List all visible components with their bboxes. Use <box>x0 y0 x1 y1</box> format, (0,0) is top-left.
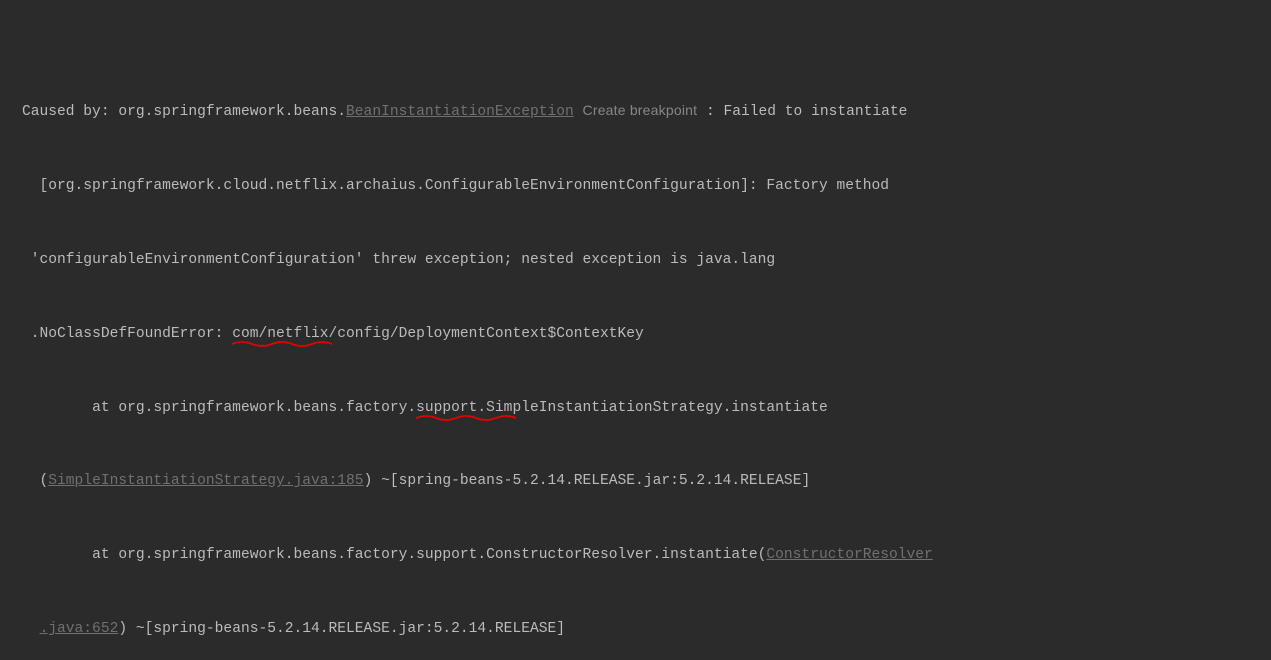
trace-line: at org.springframework.beans.factory.sup… <box>0 396 1271 421</box>
text: support.Simple <box>416 400 539 416</box>
text: ) ~[spring-beans-5.2.14.RELEASE.jar:5.2.… <box>118 621 565 637</box>
console-output: Caused by: org.springframework.beans.Bea… <box>0 0 1271 660</box>
text: com/netflix/config/DeploymentContext$Con… <box>232 326 644 342</box>
text <box>22 621 40 637</box>
text: 'configurableEnvironmentConfiguration' t… <box>22 252 775 268</box>
text: ( <box>22 473 48 489</box>
source-link[interactable]: SimpleInstantiationStrategy.java:185 <box>48 473 363 489</box>
trace-line: .NoClassDefFoundError: com/netflix/confi… <box>0 322 1271 347</box>
text: at org.springframework.beans.factory. <box>22 400 416 416</box>
text: ) ~[spring-beans-5.2.14.RELEASE.jar:5.2.… <box>364 473 811 489</box>
exception-link[interactable]: BeanInstantiationException <box>346 104 574 120</box>
trace-line: at org.springframework.beans.factory.sup… <box>0 543 1271 568</box>
trace-line: .java:652) ~[spring-beans-5.2.14.RELEASE… <box>0 617 1271 642</box>
underlined-segment: support.Simple <box>416 396 539 421</box>
source-link[interactable]: .java:652 <box>40 621 119 637</box>
trace-line: Caused by: org.springframework.beans.Bea… <box>0 99 1271 125</box>
text: : Failed to instantiate <box>697 104 907 120</box>
create-breakpoint-link[interactable]: Create breakpoint <box>583 102 698 118</box>
trace-line: [org.springframework.cloud.netflix.archa… <box>0 174 1271 199</box>
trace-line: (SimpleInstantiationStrategy.java:185) ~… <box>0 469 1271 494</box>
underlined-class: com/netflix/config/DeploymentContext$Con… <box>232 322 644 347</box>
text: Caused by: org.springframework.beans. <box>22 104 346 120</box>
text: .NoClassDefFoundError: <box>22 326 232 342</box>
source-link[interactable]: ConstructorResolver <box>766 547 932 563</box>
text: [org.springframework.cloud.netflix.archa… <box>22 178 898 194</box>
text: at org.springframework.beans.factory.sup… <box>22 547 766 563</box>
text: InstantiationStrategy.instantiate <box>539 400 828 416</box>
trace-line: 'configurableEnvironmentConfiguration' t… <box>0 248 1271 273</box>
